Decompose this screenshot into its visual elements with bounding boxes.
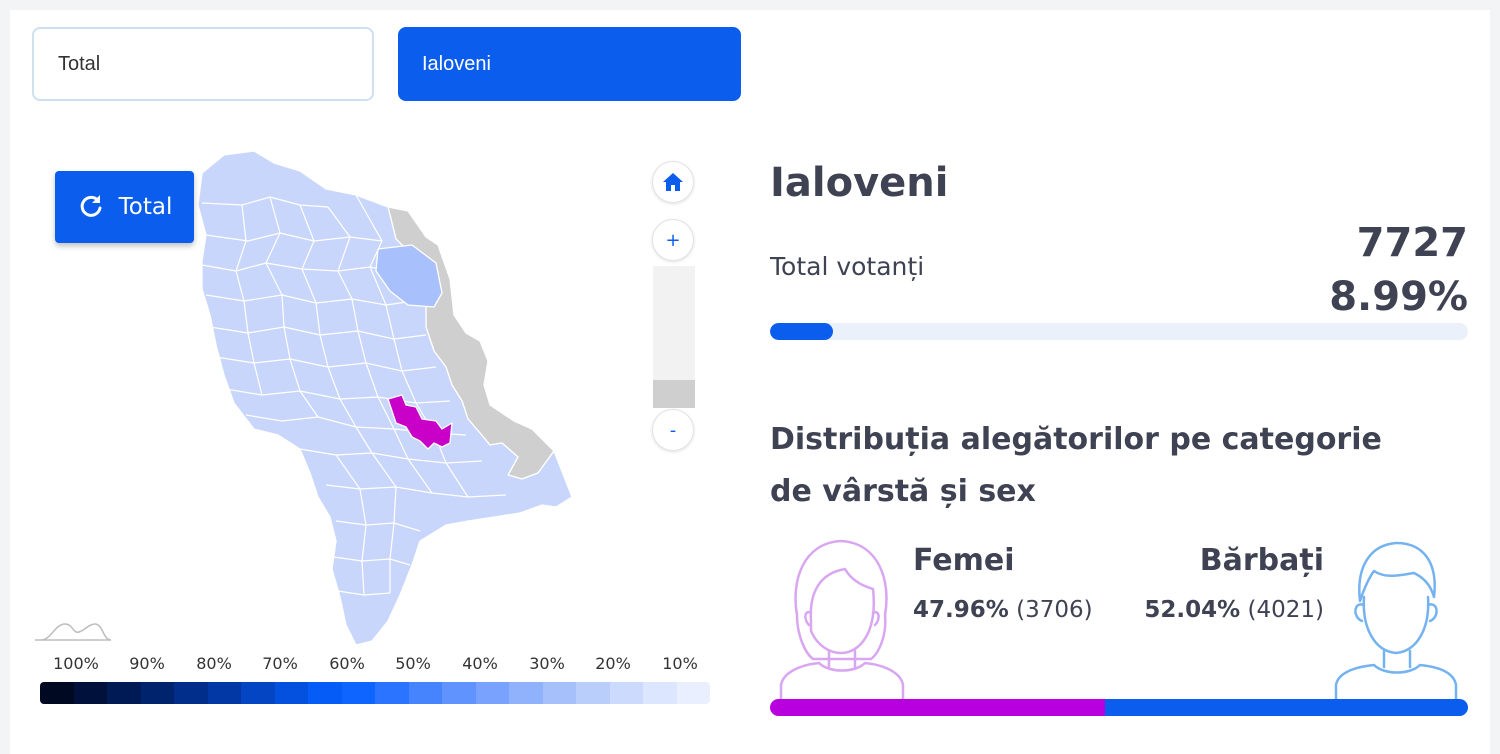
turnout-progress-fill: [770, 323, 833, 340]
legend-label: 60%: [329, 654, 365, 673]
legend-swatch: [174, 682, 208, 704]
male-icon: [1334, 541, 1458, 703]
legend-swatch: [676, 682, 710, 704]
legend-swatch: [609, 682, 643, 704]
female-percent: 47.96%: [913, 597, 1009, 623]
legend-label: 50%: [395, 654, 431, 673]
total-voters-count: 7727: [1356, 220, 1468, 266]
total-voters-label: Total votanți: [770, 252, 925, 281]
legend-label: 30%: [529, 654, 565, 673]
female-count: (3706): [1016, 597, 1093, 623]
legend-label: 20%: [595, 654, 631, 673]
legend-label: 100%: [53, 654, 99, 673]
zoom-slider-thumb[interactable]: [653, 380, 695, 408]
legend-swatch: [140, 682, 174, 704]
legend-swatch: [341, 682, 375, 704]
distribution-mini-icon: [35, 623, 112, 641]
home-icon: [663, 173, 683, 191]
color-legend-bar: [40, 682, 710, 704]
home-button[interactable]: [652, 161, 694, 203]
legend-swatch: [576, 682, 610, 704]
zoom-out-button[interactable]: -: [652, 409, 694, 451]
male-count: (4021): [1247, 597, 1324, 623]
female-segment: [770, 699, 1105, 716]
legend-label: 80%: [196, 654, 232, 673]
legend-swatch: [509, 682, 543, 704]
legend-swatch: [643, 682, 677, 704]
male-stats: 52.04% (4021): [1144, 597, 1324, 623]
legend-label: 90%: [129, 654, 165, 673]
legend-swatch: [542, 682, 576, 704]
male-label: Bărbați: [1199, 543, 1324, 578]
total-voters-percent: 8.99%: [1329, 274, 1468, 320]
legend-swatch: [40, 682, 74, 704]
gender-split-bar: [770, 699, 1468, 716]
male-percent: 52.04%: [1144, 597, 1241, 623]
legend-swatch: [73, 682, 107, 704]
legend-swatch: [274, 682, 308, 704]
moldova-map[interactable]: [150, 145, 590, 655]
legend-label: 10%: [662, 654, 698, 673]
legend-label: 40%: [462, 654, 498, 673]
zoom-out-label: -: [669, 419, 677, 441]
region-selector-label: Ialoveni: [422, 52, 491, 75]
total-selector[interactable]: Total: [32, 27, 374, 101]
turnout-progress-bar: [770, 323, 1468, 340]
male-segment: [1104, 699, 1468, 716]
total-selector-label: Total: [58, 52, 101, 75]
refresh-icon: [80, 195, 102, 217]
female-icon: [779, 539, 905, 703]
legend-swatch: [308, 682, 342, 704]
zoom-in-button[interactable]: +: [652, 219, 694, 261]
legend-swatch: [408, 682, 442, 704]
legend-swatch: [442, 682, 476, 704]
legend-label: 70%: [262, 654, 298, 673]
female-label: Femei: [913, 543, 1015, 578]
legend-swatch: [107, 682, 141, 704]
distribution-title: Distribuția alegătorilor pe categorie de…: [770, 422, 1382, 509]
legend-swatch: [375, 682, 409, 704]
female-stats: 47.96% (3706): [913, 597, 1093, 623]
legend-swatch: [207, 682, 241, 704]
legend-swatch: [241, 682, 275, 704]
legend-swatch: [475, 682, 509, 704]
zoom-in-label: +: [665, 229, 681, 251]
reset-total-button[interactable]: Total: [55, 171, 194, 243]
reset-total-label: Total: [118, 194, 173, 220]
region-selector[interactable]: Ialoveni: [398, 27, 741, 101]
zoom-slider[interactable]: [653, 266, 695, 408]
region-title: Ialoveni: [770, 160, 949, 206]
